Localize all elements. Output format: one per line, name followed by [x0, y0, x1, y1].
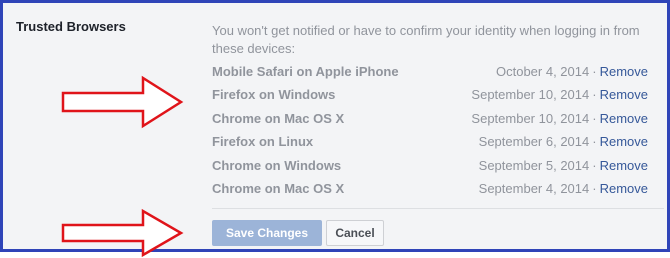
settings-panel-frame: Trusted Browsers You won't get notified …	[0, 0, 670, 258]
device-list: Mobile Safari on Apple iPhone October 4,…	[212, 61, 648, 201]
device-date: September 6, 2014	[478, 134, 590, 150]
device-date: September 10, 2014	[471, 110, 590, 126]
device-row: Chrome on Mac OS X September 10, 2014 · Re…	[212, 108, 648, 131]
divider	[212, 208, 664, 209]
device-date: October 4, 2014	[496, 64, 590, 79]
device-name: Chrome on Mac OS X	[212, 110, 345, 126]
arrow-right-icon	[61, 75, 184, 129]
save-changes-button[interactable]: Save Changes	[212, 220, 322, 246]
separator: ·	[592, 180, 597, 196]
cancel-button[interactable]: Cancel	[326, 220, 384, 246]
separator: ·	[592, 64, 597, 79]
device-date: September 5, 2014	[478, 157, 590, 173]
remove-link[interactable]: Remove	[600, 181, 648, 196]
device-name: Chrome on Windows	[212, 157, 342, 173]
device-name: Firefox on Linux	[212, 134, 314, 150]
section-title: Trusted Browsers	[16, 19, 126, 34]
remove-link[interactable]: Remove	[600, 134, 648, 149]
device-row: Chrome on Windows September 5, 2014 · Remo…	[212, 155, 648, 178]
section-description: You won't get notified or have to confir…	[212, 23, 640, 56]
device-name: Mobile Safari on Apple iPhone	[212, 64, 399, 79]
separator: ·	[592, 134, 597, 150]
device-row: Firefox on Linux September 6, 2014 · Remov…	[212, 131, 648, 154]
device-date: September 10, 2014	[471, 87, 590, 103]
device-name: Firefox on Windows	[212, 87, 336, 103]
separator: ·	[592, 157, 597, 173]
remove-link[interactable]: Remove	[600, 87, 648, 102]
arrow-right-icon	[61, 208, 184, 258]
separator: ·	[592, 87, 597, 103]
device-row: Firefox on Windows September 10, 2014 · Re…	[212, 84, 648, 107]
remove-link[interactable]: Remove	[600, 64, 648, 79]
device-date: September 4, 2014	[478, 180, 590, 196]
separator: ·	[592, 110, 597, 126]
device-row: Mobile Safari on Apple iPhone October 4,…	[212, 61, 648, 84]
device-row: Chrome on Mac OS X September 4, 2014 · Rem…	[212, 178, 648, 201]
device-name: Chrome on Mac OS X	[212, 180, 345, 196]
remove-link[interactable]: Remove	[600, 111, 648, 126]
remove-link[interactable]: Remove	[600, 158, 648, 173]
